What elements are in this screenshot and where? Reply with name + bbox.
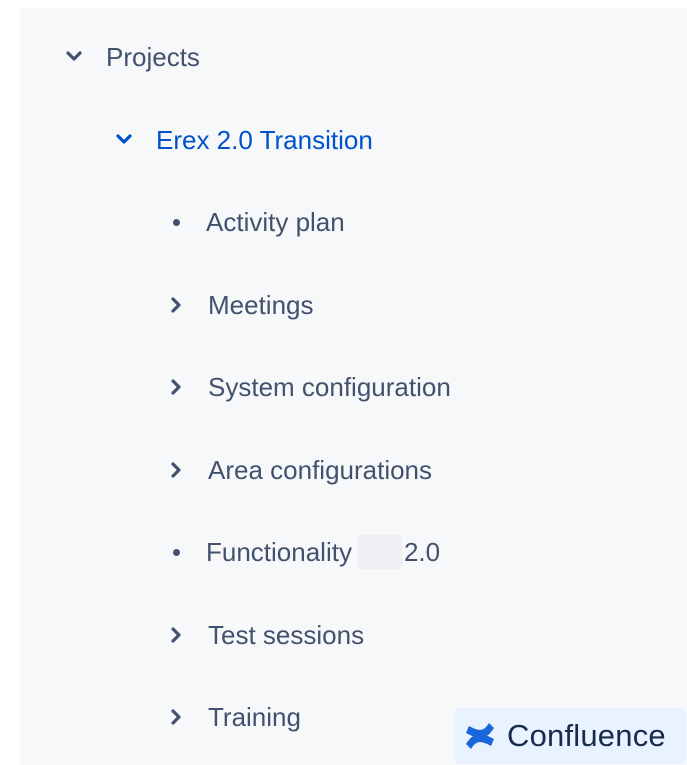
tree-item-activity-plan[interactable]: Activity plan — [160, 202, 345, 242]
tree-item-projects[interactable]: Projects — [58, 37, 200, 77]
tree-item-label[interactable]: Erex 2.0 Transition — [156, 120, 373, 160]
tree-item-current-page[interactable]: Erex 2.0 Transition — [108, 120, 373, 160]
tree-item-label[interactable]: Projects — [106, 37, 200, 77]
confluence-logo-icon — [463, 719, 497, 753]
tree-item-meetings[interactable]: Meetings — [160, 285, 314, 325]
chevron-right-icon[interactable] — [160, 289, 192, 321]
tree-item-area-configurations[interactable]: Area configurations — [160, 450, 432, 490]
bullet-icon — [160, 206, 192, 238]
chevron-right-icon[interactable] — [160, 454, 192, 486]
tree-item-label-end[interactable]: 2.0 — [404, 532, 440, 572]
chevron-right-icon[interactable] — [160, 701, 192, 733]
tree-item-test-sessions[interactable]: Test sessions — [160, 615, 364, 655]
bullet-icon — [160, 536, 192, 568]
tree-item-training[interactable]: Training — [160, 697, 301, 737]
tree-item-label-start[interactable]: Functionality — [206, 532, 352, 572]
chevron-right-icon[interactable] — [160, 619, 192, 651]
chevron-down-icon[interactable] — [108, 124, 140, 156]
tree-item-label[interactable]: Area configurations — [208, 450, 432, 490]
tree-item-functionality[interactable]: Functionality 2.0 — [160, 532, 440, 572]
chevron-right-icon[interactable] — [160, 371, 192, 403]
confluence-badge-label: Confluence — [507, 718, 666, 753]
tree-item-label[interactable]: Training — [208, 697, 301, 737]
confluence-badge[interactable]: Confluence — [455, 708, 686, 764]
tree-item-label[interactable]: Test sessions — [208, 615, 364, 655]
redacted-text — [357, 535, 402, 569]
tree-item-system-configuration[interactable]: System configuration — [160, 367, 451, 407]
tree-item-label[interactable]: Meetings — [208, 285, 314, 325]
tree-item-label[interactable]: System configuration — [208, 367, 451, 407]
tree-item-label[interactable]: Activity plan — [206, 202, 345, 242]
chevron-down-icon[interactable] — [58, 41, 90, 73]
